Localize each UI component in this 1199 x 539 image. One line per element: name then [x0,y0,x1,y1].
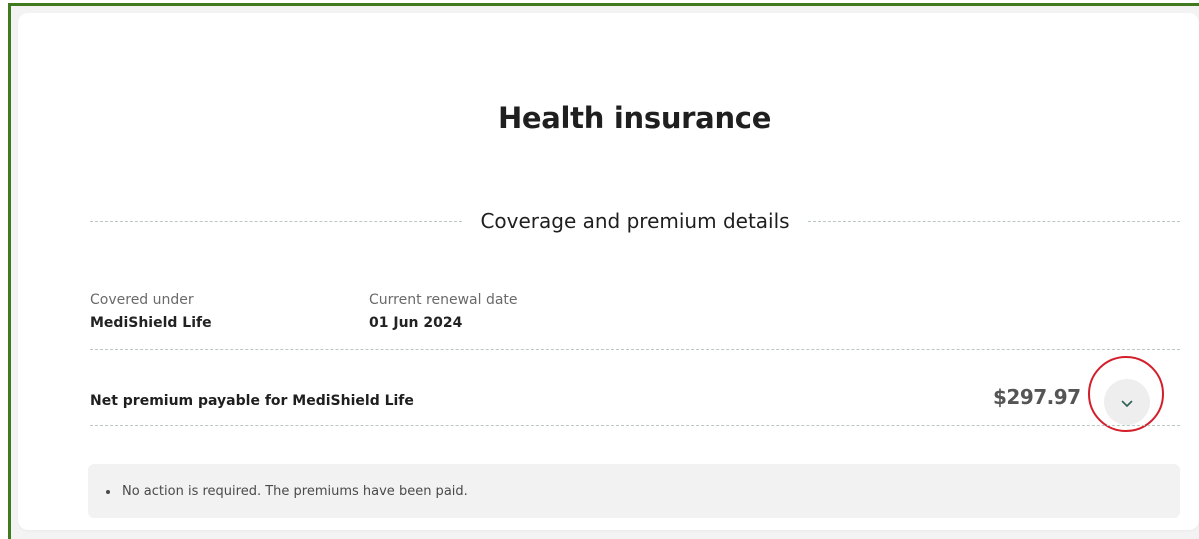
bullet-icon [106,489,110,494]
health-insurance-card: Health insurance Coverage and premium de… [18,13,1199,530]
payment-notice: No action is required. The premiums have… [88,464,1180,518]
section-heading-row: Coverage and premium details [90,208,1181,234]
divider-bottom [90,425,1180,426]
covered-under-block: Covered under MediShield Life [90,291,212,332]
renewal-date-block: Current renewal date 01 Jun 2024 [369,291,518,332]
page-title: Health insurance [497,101,772,135]
section-heading: Coverage and premium details [480,209,790,233]
net-premium-label: Net premium payable for MediShield Life [90,393,414,409]
renewal-date-label: Current renewal date [369,292,518,308]
renewal-date-value: 01 Jun 2024 [369,315,463,331]
divider-top [90,349,1180,350]
section-divider-left [90,220,463,222]
covered-under-label: Covered under [90,292,194,308]
notice-item: No action is required. The premiums have… [106,484,468,499]
section-divider-right [807,220,1181,222]
net-premium-amount: $297.97 [993,385,1081,409]
notice-text: No action is required. The premiums have… [122,484,468,499]
expand-premium-button[interactable] [1104,379,1150,425]
covered-under-value: MediShield Life [90,315,212,331]
chevron-down-icon [1121,400,1133,407]
